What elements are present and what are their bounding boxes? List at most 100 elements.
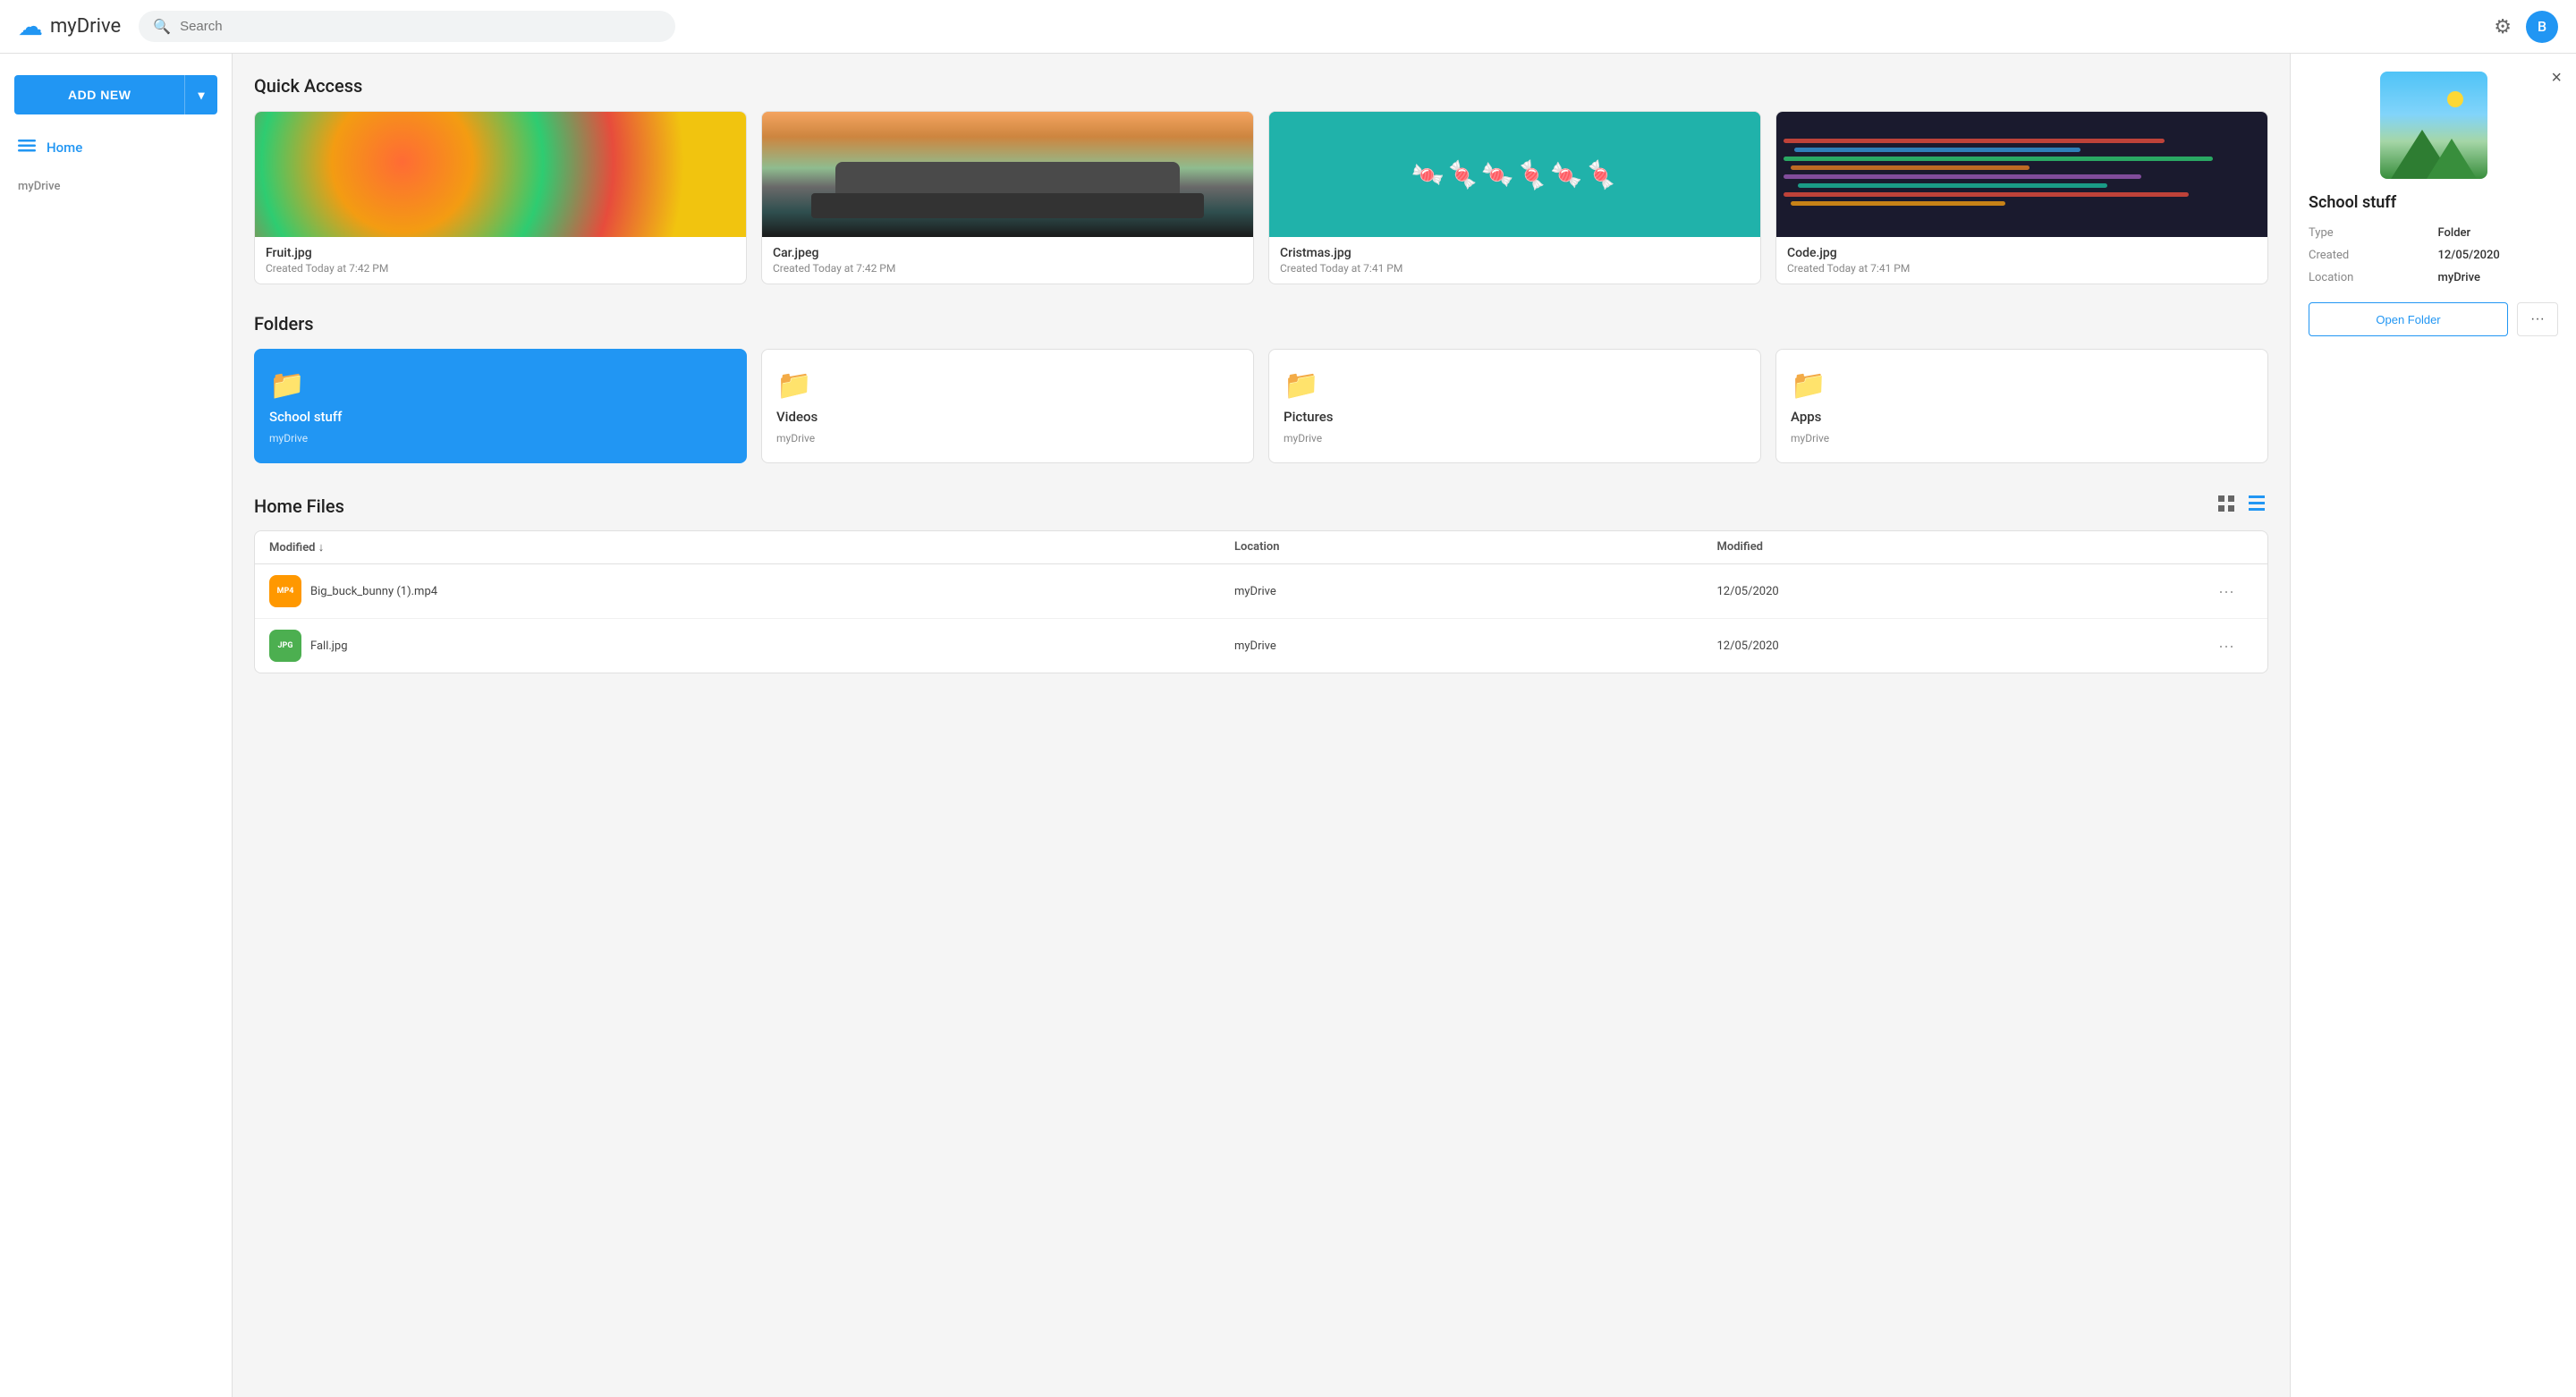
view-toggles <box>2215 492 2268 520</box>
qa-name-christmas: Cristmas.jpg <box>1280 246 1750 260</box>
panel-more-options-button[interactable]: ··· <box>2517 302 2558 336</box>
file-name-cell-1: MP4 Big_buck_bunny (1).mp4 <box>269 575 1234 607</box>
folder-icon-pictures: 📁 <box>1284 368 1746 402</box>
folder-name-videos: Videos <box>776 409 1239 425</box>
christmas-thumbnail: 🍬 🍬 🍬 🍬 🍬 🍬 <box>1269 112 1760 237</box>
qa-date-fruit: Created Today at 7:42 PM <box>266 262 735 275</box>
qa-card-fruit[interactable]: Fruit.jpg Created Today at 7:42 PM <box>254 111 747 284</box>
quick-access-grid: Fruit.jpg Created Today at 7:42 PM Car.j… <box>254 111 2268 284</box>
folders-grid: 📁 School stuff myDrive 📁 Videos myDrive … <box>254 349 2268 463</box>
search-input[interactable] <box>180 19 661 34</box>
file-name-1: Big_buck_bunny (1).mp4 <box>310 585 437 598</box>
col-location: Location <box>1234 540 1717 555</box>
car-thumbnail <box>762 112 1253 237</box>
add-new-label: ADD NEW <box>14 77 184 113</box>
folder-name-apps: Apps <box>1791 409 2253 425</box>
qa-date-christmas: Created Today at 7:41 PM <box>1280 262 1750 275</box>
qa-card-code[interactable]: Code.jpg Created Today at 7:41 PM <box>1775 111 2268 284</box>
add-new-button[interactable]: ADD NEW ▾ <box>14 75 217 114</box>
files-table: Modified ↓ Location Modified MP4 Big_buc… <box>254 530 2268 673</box>
folder-location-school: myDrive <box>269 432 732 444</box>
home-files-title: Home Files <box>254 495 344 517</box>
sidebar: ADD NEW ▾ Home myDrive <box>0 54 233 1397</box>
file-name-2: Fall.jpg <box>310 639 348 653</box>
home-files-header: Home Files <box>254 492 2268 520</box>
grid-view-button[interactable] <box>2215 492 2238 520</box>
qa-info-car: Car.jpeg Created Today at 7:42 PM <box>762 237 1253 284</box>
folder-name-pictures: Pictures <box>1284 409 1746 425</box>
qa-card-car[interactable]: Car.jpeg Created Today at 7:42 PM <box>761 111 1254 284</box>
folder-name-school: School stuff <box>269 409 732 425</box>
header: ☁ myDrive 🔍 ⚙ B <box>0 0 2576 54</box>
home-files-section: Home Files Modified ↓ Location <box>254 492 2268 673</box>
file-location-2: myDrive <box>1234 639 1717 653</box>
logo[interactable]: ☁ myDrive <box>18 12 121 41</box>
qa-info-christmas: Cristmas.jpg Created Today at 7:41 PM <box>1269 237 1760 284</box>
qa-info-fruit: Fruit.jpg Created Today at 7:42 PM <box>255 237 746 284</box>
folders-section: Folders 📁 School stuff myDrive 📁 Videos … <box>254 313 2268 463</box>
col-actions <box>2199 540 2253 555</box>
qa-name-code: Code.jpg <box>1787 246 2257 260</box>
panel-close-button[interactable]: × <box>2551 68 2562 89</box>
folder-preview-image <box>2380 72 2487 179</box>
main-content: Quick Access Fruit.jpg Created Today at … <box>233 54 2290 1397</box>
detail-panel: × School stuff Type Folder Created 12/05… <box>2290 54 2576 1397</box>
file-modified-2: 12/05/2020 <box>1717 639 2200 653</box>
list-view-button[interactable] <box>2245 492 2268 520</box>
panel-meta: Type Folder Created 12/05/2020 Location … <box>2309 226 2558 284</box>
file-badge-jpg: JPG <box>269 630 301 662</box>
folder-school-stuff[interactable]: 📁 School stuff myDrive <box>254 349 747 463</box>
table-row[interactable]: JPG Fall.jpg myDrive 12/05/2020 ··· <box>255 619 2267 673</box>
col-modified: Modified <box>1717 540 2200 555</box>
settings-button[interactable]: ⚙ <box>2494 15 2512 38</box>
search-bar: 🔍 <box>139 11 675 42</box>
sidebar-item-home[interactable]: Home <box>0 129 232 165</box>
panel-preview <box>2380 72 2487 179</box>
folder-location-videos: myDrive <box>776 432 1239 444</box>
file-badge-mp4: MP4 <box>269 575 301 607</box>
open-folder-button[interactable]: Open Folder <box>2309 302 2508 336</box>
location-label: Location <box>2309 271 2429 284</box>
folder-videos[interactable]: 📁 Videos myDrive <box>761 349 1254 463</box>
code-thumbnail <box>1776 112 2267 237</box>
quick-access-section: Quick Access Fruit.jpg Created Today at … <box>254 75 2268 284</box>
qa-date-car: Created Today at 7:42 PM <box>773 262 1242 275</box>
mountain-right <box>2427 139 2477 179</box>
home-icon <box>18 138 36 157</box>
add-new-dropdown-arrow[interactable]: ▾ <box>185 77 217 114</box>
qa-card-christmas[interactable]: 🍬 🍬 🍬 🍬 🍬 🍬 Cristmas.jpg Created Today a… <box>1268 111 1761 284</box>
sun-icon <box>2447 91 2463 107</box>
files-table-header: Modified ↓ Location Modified <box>255 531 2267 564</box>
table-row[interactable]: MP4 Big_buck_bunny (1).mp4 myDrive 12/05… <box>255 564 2267 619</box>
file-more-button-1[interactable]: ··· <box>2199 582 2253 601</box>
mydrive-label: myDrive <box>0 165 232 200</box>
logo-text: myDrive <box>50 15 121 38</box>
type-label: Type <box>2309 226 2429 240</box>
folder-apps[interactable]: 📁 Apps myDrive <box>1775 349 2268 463</box>
folder-pictures[interactable]: 📁 Pictures myDrive <box>1268 349 1761 463</box>
file-location-1: myDrive <box>1234 585 1717 598</box>
folder-location-pictures: myDrive <box>1284 432 1746 444</box>
folder-icon-apps: 📁 <box>1791 368 2253 402</box>
avatar[interactable]: B <box>2526 11 2558 43</box>
cloud-icon: ☁ <box>18 12 43 41</box>
search-icon: 🔍 <box>153 18 171 35</box>
fruit-thumbnail <box>255 112 746 237</box>
qa-name-car: Car.jpeg <box>773 246 1242 260</box>
quick-access-title: Quick Access <box>254 75 2268 97</box>
location-value: myDrive <box>2438 271 2559 284</box>
header-right: ⚙ B <box>2494 11 2558 43</box>
created-value: 12/05/2020 <box>2438 249 2559 262</box>
file-modified-1: 12/05/2020 <box>1717 585 2200 598</box>
panel-folder-title: School stuff <box>2309 193 2558 212</box>
qa-name-fruit: Fruit.jpg <box>266 246 735 260</box>
sort-arrow: ↓ <box>318 541 325 555</box>
app-body: ADD NEW ▾ Home myDrive Quick Access <box>0 54 2576 1397</box>
home-label: Home <box>47 140 82 156</box>
folder-location-apps: myDrive <box>1791 432 2253 444</box>
file-more-button-2[interactable]: ··· <box>2199 637 2253 656</box>
folder-icon-videos: 📁 <box>776 368 1239 402</box>
file-name-cell-2: JPG Fall.jpg <box>269 630 1234 662</box>
panel-actions: Open Folder ··· <box>2309 302 2558 336</box>
created-label: Created <box>2309 249 2429 262</box>
